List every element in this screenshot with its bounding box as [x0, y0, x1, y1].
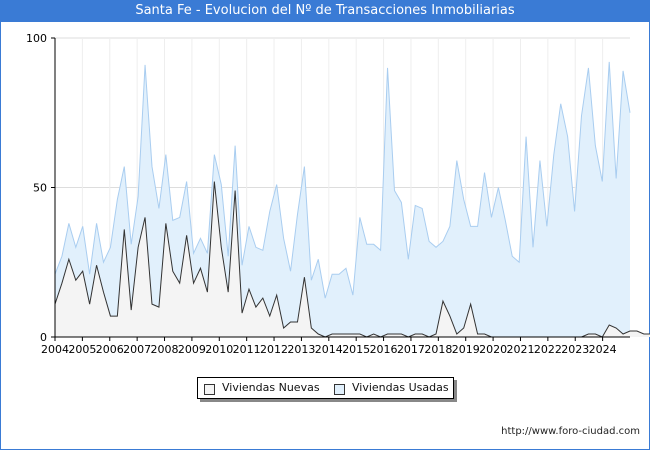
- legend-label-usadas: Viviendas Usadas: [352, 381, 449, 394]
- x-tick-label-2023: 2023: [561, 343, 589, 356]
- x-tick-label-2013: 2013: [287, 343, 315, 356]
- x-tick-label-2017: 2017: [397, 343, 425, 356]
- chart-title: Santa Fe - Evolucion del Nº de Transacci…: [0, 0, 650, 22]
- x-tick-labels: 2004 2005 2006 2007 2008 2009 2010 2011 2012 2013…: [41, 337, 617, 356]
- legend-swatch-nuevas: [204, 384, 215, 395]
- x-tick-label-2019: 2019: [452, 343, 480, 356]
- legend: Viviendas Nuevas Viviendas Usadas: [197, 377, 454, 399]
- y-tick-label-100: 100: [26, 32, 47, 45]
- x-tick-label-2012: 2012: [260, 343, 288, 356]
- x-tick-label-2024: 2024: [589, 343, 617, 356]
- x-tick-label-2009: 2009: [178, 343, 206, 356]
- x-tick-label-2022: 2022: [534, 343, 562, 356]
- x-tick-label-2014: 2014: [315, 343, 343, 356]
- x-tick-label-2006: 2006: [96, 343, 124, 356]
- x-tick-label-2008: 2008: [151, 343, 179, 356]
- x-tick-label-2005: 2005: [68, 343, 96, 356]
- x-tick-label-2010: 2010: [205, 343, 233, 356]
- x-tick-label-2004: 2004: [41, 343, 69, 356]
- x-tick-label-2016: 2016: [370, 343, 398, 356]
- chart-area: 050100 2004 2005 2006 2007 2008 2009 2010 2011 2…: [26, 32, 650, 356]
- x-tick-label-2015: 2015: [342, 343, 370, 356]
- source-link[interactable]: http://www.foro-ciudad.com: [501, 426, 640, 437]
- y-tick-labels: 050100: [26, 32, 55, 344]
- x-tick-label-2007: 2007: [123, 343, 151, 356]
- legend-swatch-usadas: [334, 384, 345, 395]
- x-tick-label-2020: 2020: [479, 343, 507, 356]
- x-tick-label-2021: 2021: [506, 343, 534, 356]
- legend-label-nuevas: Viviendas Nuevas: [222, 381, 320, 394]
- x-tick-label-2011: 2011: [233, 343, 261, 356]
- x-tick-label-2018: 2018: [424, 343, 452, 356]
- y-tick-label-50: 50: [33, 182, 47, 195]
